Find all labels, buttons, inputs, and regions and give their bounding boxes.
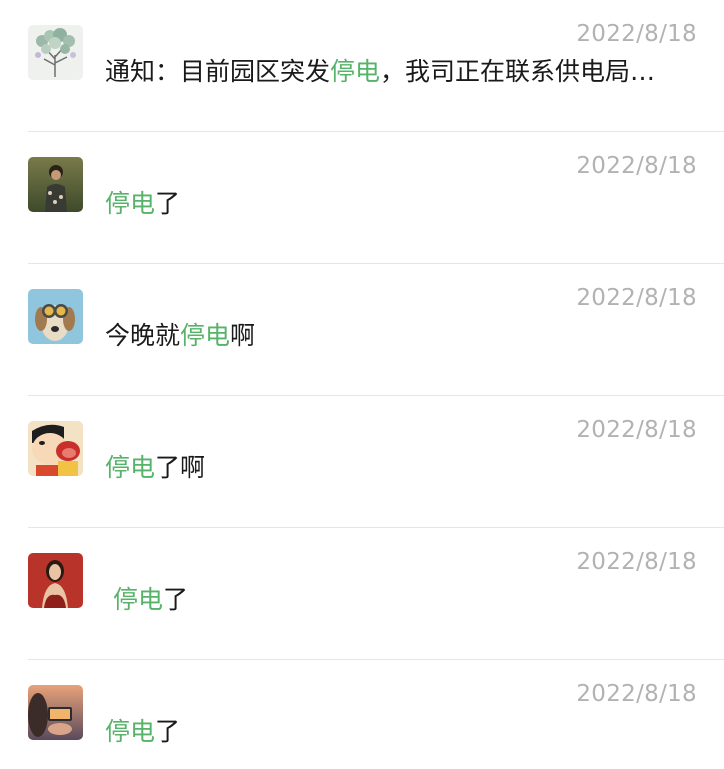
keyword-highlight: 停电 bbox=[330, 57, 381, 86]
message-snippet: 通知：目前园区突发停电，我司正在联系供电局… bbox=[105, 53, 700, 91]
snippet-suffix: 了 bbox=[155, 189, 181, 218]
message-date: 2022/8/18 bbox=[576, 153, 697, 179]
result-item[interactable]: 2022/8/18 停电了啊 bbox=[0, 396, 724, 528]
message-date: 2022/8/18 bbox=[576, 681, 697, 707]
keyword-highlight: 停电 bbox=[105, 453, 156, 482]
snippet-suffix: 啊 bbox=[230, 321, 256, 350]
snippet-suffix: 了 bbox=[155, 717, 181, 746]
snippet-suffix: ，我司正在联系供电局… bbox=[380, 57, 656, 86]
search-results-list: 2022/8/18 通知：目前园区突发停电，我司正在联系供电局… 2022/8/… bbox=[0, 0, 724, 769]
result-item[interactable]: 2022/8/18 停电了 bbox=[0, 132, 724, 264]
woman-red-avatar[interactable] bbox=[28, 553, 83, 608]
cartoon-boy-avatar[interactable] bbox=[28, 421, 83, 476]
keyword-highlight: 停电 bbox=[180, 321, 231, 350]
message-date: 2022/8/18 bbox=[576, 285, 697, 311]
phone-sunset-avatar[interactable] bbox=[28, 685, 83, 740]
keyword-highlight: 停电 bbox=[112, 585, 163, 614]
child-photo-avatar[interactable] bbox=[28, 157, 83, 212]
message-snippet: 今晚就停电啊 bbox=[105, 317, 700, 355]
snippet-prefix: 今晚就 bbox=[105, 321, 181, 350]
result-item[interactable]: 2022/8/18 通知：目前园区突发停电，我司正在联系供电局… bbox=[0, 0, 724, 132]
snippet-suffix: 了啊 bbox=[155, 453, 206, 482]
keyword-highlight: 停电 bbox=[105, 189, 156, 218]
snippet-prefix bbox=[105, 585, 113, 614]
message-date: 2022/8/18 bbox=[576, 549, 697, 575]
result-item[interactable]: 2022/8/18 停电了 bbox=[0, 528, 724, 660]
tree-avatar[interactable] bbox=[28, 25, 83, 80]
message-snippet: 停电了 bbox=[105, 713, 700, 751]
message-snippet: 停电了 bbox=[105, 185, 700, 223]
keyword-highlight: 停电 bbox=[105, 717, 156, 746]
result-item[interactable]: 2022/8/18 今晚就停电啊 bbox=[0, 264, 724, 396]
message-date: 2022/8/18 bbox=[576, 21, 697, 47]
message-snippet: 停电了 bbox=[105, 581, 700, 619]
message-snippet: 停电了啊 bbox=[105, 449, 700, 487]
dog-goggles-avatar[interactable] bbox=[28, 289, 83, 344]
snippet-prefix: 通知：目前园区突发 bbox=[105, 57, 331, 86]
snippet-suffix: 了 bbox=[162, 585, 188, 614]
message-date: 2022/8/18 bbox=[576, 417, 697, 443]
result-item[interactable]: 2022/8/18 停电了 bbox=[0, 660, 724, 769]
